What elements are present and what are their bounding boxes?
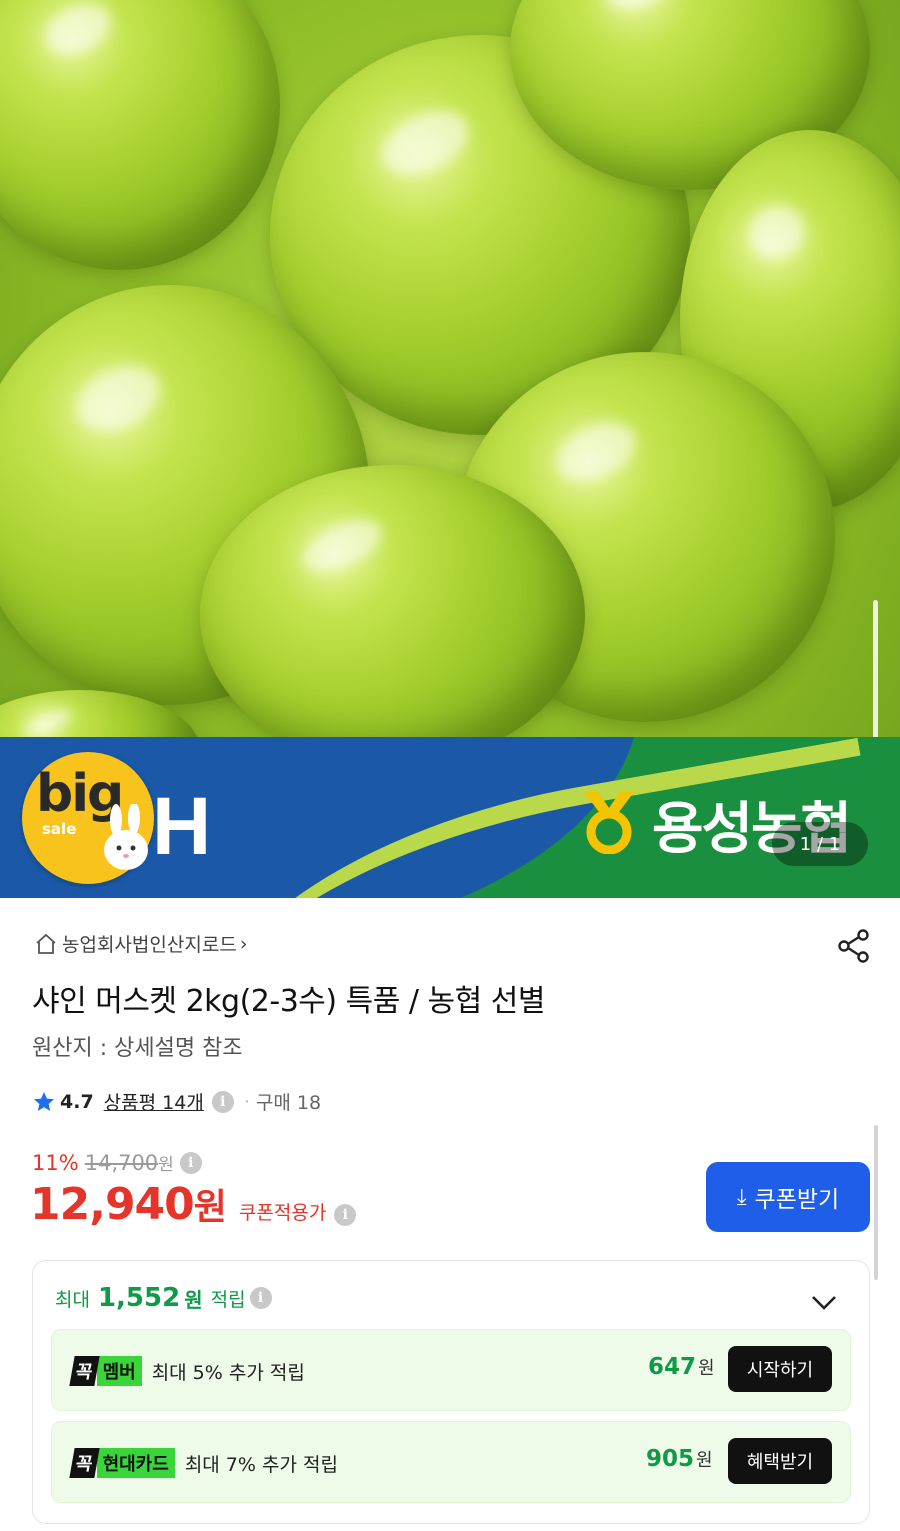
kkok-name: 멤버 bbox=[96, 1356, 142, 1386]
kkok-tag: 꼭 bbox=[69, 1356, 100, 1386]
price-row: 12,940 원 쿠폰적용가 i bbox=[30, 1178, 357, 1230]
grape bbox=[0, 0, 280, 270]
points-unit: 원 bbox=[184, 1287, 203, 1312]
point-card-member: 꼭 멤버 최대 5% 추가 적립 647 원 시작하기 bbox=[51, 1329, 851, 1411]
original-price-unit: 원 bbox=[158, 1155, 174, 1175]
points-prefix: 최대 bbox=[55, 1288, 90, 1311]
points-summary: 최대 1,552 원 적립 i bbox=[55, 1283, 272, 1313]
kkok-badge: 꼭 멤버 최대 5% 추가 적립 bbox=[69, 1356, 305, 1386]
discount-row: 11% 14,700 원 i bbox=[32, 1150, 202, 1175]
points-panel: 최대 1,552 원 적립 i 꼭 멤버 최대 5% 추가 적립 647 원 시작… bbox=[32, 1260, 870, 1524]
product-title: 샤인 머스켓 2kg(2-3수) 특품 / 농협 선별 bbox=[32, 984, 545, 1019]
point-card-amount: 647 원 bbox=[648, 1354, 715, 1380]
info-icon[interactable]: i bbox=[211, 1090, 234, 1113]
point-card-desc: 최대 7% 추가 적립 bbox=[184, 1453, 338, 1476]
rating-value: 4.7 bbox=[60, 1090, 94, 1113]
start-member-button[interactable]: 시작하기 bbox=[728, 1346, 832, 1392]
point-card-amount-unit: 원 bbox=[696, 1450, 713, 1471]
get-coupon-label: 쿠폰받기 bbox=[754, 1186, 840, 1212]
point-card-amount-unit: 원 bbox=[698, 1358, 715, 1379]
point-card-amount: 905 원 bbox=[646, 1446, 713, 1472]
review-count-link[interactable]: 상품평 14개 bbox=[104, 1088, 204, 1115]
download-icon: ⤓ bbox=[736, 1184, 747, 1209]
coupon-price-label: 쿠폰적용가 bbox=[238, 1202, 327, 1224]
points-amount: 1,552 bbox=[97, 1283, 181, 1313]
nh-logo-icon bbox=[584, 792, 634, 854]
get-benefit-button[interactable]: 혜택받기 bbox=[728, 1438, 832, 1484]
kkok-badge: 꼭 현대카드 최대 7% 추가 적립 bbox=[69, 1448, 338, 1478]
image-scrollbar[interactable] bbox=[873, 600, 878, 755]
info-icon[interactable]: i bbox=[179, 1151, 202, 1174]
point-card-desc: 최대 5% 추가 적립 bbox=[151, 1361, 305, 1384]
kkok-tag: 꼭 bbox=[69, 1448, 100, 1478]
info-icon[interactable]: i bbox=[334, 1204, 357, 1226]
kkok-name: 현대카드 bbox=[96, 1448, 175, 1478]
share-icon[interactable] bbox=[836, 928, 872, 964]
point-card-amount-value: 647 bbox=[648, 1354, 697, 1380]
star-icon bbox=[34, 1091, 54, 1111]
rating-row: 4.7 상품평 14개 i · 구매 18 bbox=[32, 1088, 321, 1115]
product-origin: 원산지 : 상세설명 참조 bbox=[32, 1036, 243, 1061]
chevron-right-icon: › bbox=[239, 932, 248, 955]
chevron-down-icon[interactable] bbox=[809, 1287, 839, 1317]
original-price: 14,700 bbox=[84, 1150, 159, 1175]
seller-link[interactable]: 농업회사법인산지로드 › bbox=[34, 930, 247, 957]
point-card-hyundai: 꼭 현대카드 최대 7% 추가 적립 905 원 혜택받기 bbox=[51, 1421, 851, 1503]
badge-sale-text: sale bbox=[42, 820, 77, 838]
sale-price: 12,940 bbox=[30, 1179, 195, 1230]
info-icon[interactable]: i bbox=[249, 1287, 272, 1309]
discount-percent: 11% bbox=[32, 1150, 79, 1175]
purchase-count: 구매 18 bbox=[255, 1092, 322, 1114]
points-suffix: 적립 bbox=[210, 1288, 246, 1311]
sale-price-unit: 원 bbox=[193, 1187, 227, 1228]
image-page-indicator: 1 / 1 bbox=[772, 822, 868, 866]
bunny-icon bbox=[104, 804, 148, 870]
home-icon bbox=[36, 933, 56, 954]
h-logo: H bbox=[152, 781, 212, 872]
point-card-amount-value: 905 bbox=[646, 1446, 695, 1472]
big-sale-badge: big sale bbox=[22, 752, 154, 884]
seller-name: 농업회사법인산지로드 bbox=[62, 934, 237, 956]
separator-dot: · bbox=[243, 1090, 250, 1113]
page-scrollbar[interactable] bbox=[874, 1125, 878, 1280]
get-coupon-button[interactable]: ⤓ 쿠폰받기 bbox=[706, 1162, 870, 1232]
grape bbox=[200, 465, 585, 765]
